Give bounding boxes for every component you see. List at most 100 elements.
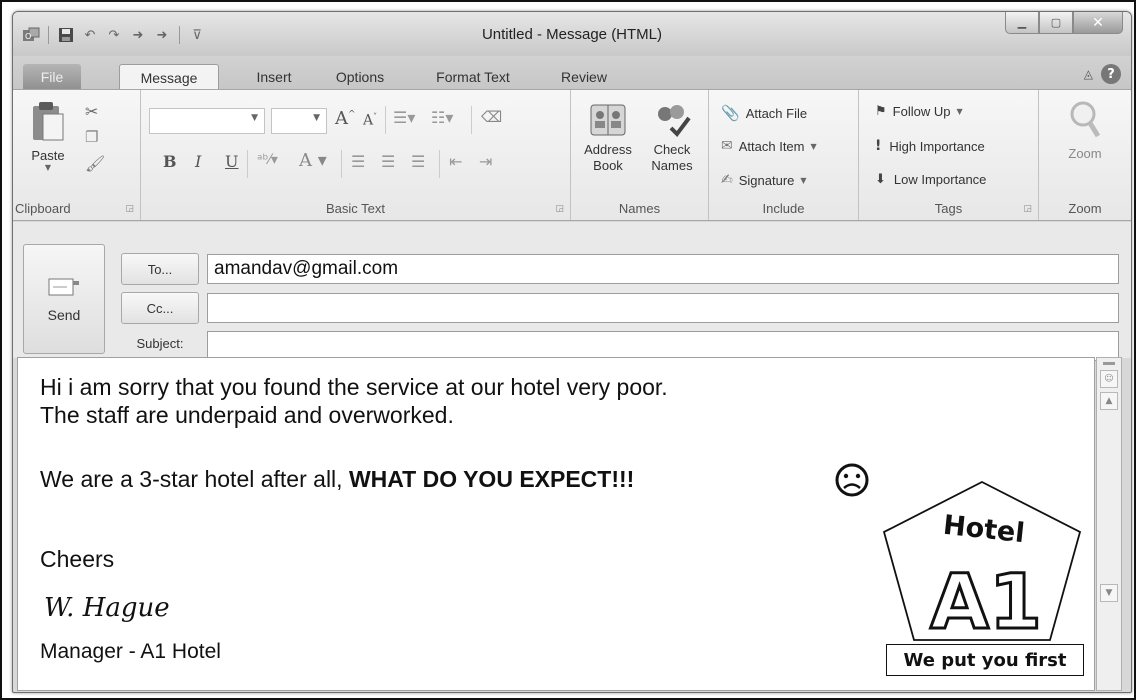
- logo-pentagon: Hotel A1: [882, 480, 1082, 646]
- body-scrollbar[interactable]: ☺ ▲ ▼: [1096, 357, 1122, 691]
- logo-mark: A1: [930, 557, 1042, 646]
- clipboard-icon: [33, 102, 64, 141]
- body-closing: Cheers: [40, 546, 115, 572]
- to-field[interactable]: amandav@gmail.com: [207, 254, 1119, 284]
- signature-button[interactable]: ✍ Signature ▼: [721, 172, 807, 188]
- message-body[interactable]: Hi i am sorry that you found the service…: [17, 357, 1095, 691]
- bold-button[interactable]: B: [163, 152, 177, 171]
- decrease-indent-icon[interactable]: ⇤: [449, 152, 462, 171]
- sad-face-icon: [834, 462, 870, 502]
- bullets-icon[interactable]: ☰▾: [393, 108, 415, 127]
- cut-icon[interactable]: ✂: [85, 102, 98, 121]
- send-button[interactable]: Send: [23, 244, 105, 354]
- follow-up-button[interactable]: ⚑ Follow Up ▼: [875, 104, 963, 119]
- underline-button[interactable]: U: [225, 152, 238, 171]
- people-pane-icon[interactable]: ☺: [1100, 370, 1118, 388]
- cc-button[interactable]: Cc...: [121, 292, 199, 324]
- attach-item-button[interactable]: ✉ Attach Item ▼: [721, 138, 817, 154]
- signature-label: Signature: [738, 172, 795, 188]
- address-label: Address: [584, 142, 632, 157]
- chevron-down-icon: ▼: [810, 141, 817, 151]
- tags-group: ⚑ Follow Up ▼ ! High Importance ⬇ Low Im…: [859, 90, 1039, 220]
- align-left-icon[interactable]: ☰: [351, 152, 365, 171]
- paste-button[interactable]: Paste ▼: [23, 100, 73, 186]
- tab-format-text[interactable]: Format Text: [419, 64, 527, 90]
- italic-button[interactable]: I: [195, 152, 201, 171]
- attach-file-label: Attach File: [745, 105, 808, 121]
- separator: [439, 150, 440, 178]
- ribbon: Paste ▼ ✂ ❐ 🖌 Clipboard ◲ ▼ ▼ A^ A˅ ☰▾ ☷…: [13, 89, 1131, 221]
- body-line-3-text: We are a 3-star hotel after all,: [40, 466, 349, 492]
- minimize-icon: ▁: [1017, 16, 1027, 29]
- separator: [385, 106, 386, 134]
- scroll-up-button[interactable]: ▲: [1100, 392, 1118, 410]
- to-button[interactable]: To...: [121, 253, 199, 285]
- close-button[interactable]: ✕: [1073, 12, 1123, 34]
- tab-options[interactable]: Options: [325, 64, 395, 90]
- clipboard-group-label: Clipboard: [15, 201, 71, 216]
- basic-text-group-label: Basic Text: [325, 201, 385, 216]
- include-group-label: Include: [762, 201, 805, 216]
- minimize-ribbon-icon[interactable]: ◬: [1084, 67, 1093, 81]
- address-book-button[interactable]: Address Book: [577, 102, 639, 174]
- paperclip-icon: 📎: [721, 104, 740, 122]
- clipboard-group: Paste ▼ ✂ ❐ 🖌 Clipboard ◲: [13, 90, 141, 220]
- high-importance-button[interactable]: ! High Importance: [875, 138, 985, 154]
- tab-insert[interactable]: Insert: [241, 64, 307, 90]
- separator: [341, 150, 342, 178]
- signature-icon: ✍: [721, 172, 733, 188]
- font-color-icon[interactable]: A ▾: [299, 150, 327, 171]
- names-group: Address Book Check Names Names: [571, 90, 709, 220]
- attach-file-button[interactable]: 📎 Attach File: [721, 104, 807, 122]
- signature-text: W. Hague: [44, 593, 170, 623]
- include-group: 📎 Attach File ✉ Attach Item ▼ ✍ Signatur…: [709, 90, 859, 220]
- separator: [247, 150, 248, 178]
- minimize-button[interactable]: ▁: [1005, 12, 1039, 34]
- book-label: Book: [593, 158, 623, 173]
- zoom-button[interactable]: Zoom: [1053, 100, 1117, 161]
- cc-field[interactable]: [207, 293, 1119, 323]
- format-painter-icon[interactable]: 🖌: [85, 154, 105, 173]
- down-arrow-icon: ⬇: [875, 172, 886, 187]
- send-icon: [48, 278, 79, 296]
- low-importance-button[interactable]: ⬇ Low Importance: [875, 172, 986, 187]
- chevron-down-icon: ▼: [313, 113, 320, 123]
- help-icon[interactable]: ?: [1101, 64, 1121, 84]
- shrink-font-icon[interactable]: A˅: [363, 112, 377, 129]
- compose-header: Send To... Cc... Subject: amandav@gmail.…: [13, 222, 1131, 361]
- dialog-launcher-icon[interactable]: ◲: [125, 204, 134, 214]
- check-names-button[interactable]: Check Names: [641, 102, 703, 174]
- title-bar: O ↶ ↷ ➜ ➜ ⊽ Untitled - Message (HTML) ▁ …: [13, 12, 1131, 56]
- copy-icon[interactable]: ❐: [85, 128, 98, 146]
- address-book-icon: [590, 104, 626, 136]
- maximize-button[interactable]: ▢: [1039, 12, 1073, 34]
- numbering-icon[interactable]: ☷▾: [431, 108, 453, 127]
- basic-text-group: ▼ ▼ A^ A˅ ☰▾ ☷▾ ⌫ B I U ᵃᵇ⁄▾ A ▾ ☰ ☰ ☰ ⇤…: [141, 90, 571, 220]
- increase-indent-icon[interactable]: ⇥: [479, 152, 492, 171]
- zoom-group: Zoom Zoom: [1039, 90, 1131, 220]
- tags-group-label: Tags: [934, 201, 963, 216]
- font-size-select[interactable]: ▼: [271, 108, 327, 134]
- ribbon-tabs: File Message Insert Options Format Text …: [13, 56, 1131, 90]
- tab-file[interactable]: File: [23, 64, 81, 90]
- tab-message[interactable]: Message: [119, 64, 219, 90]
- zoom-label: Zoom: [1068, 146, 1102, 161]
- chevron-down-icon: ▼: [800, 175, 807, 185]
- window-controls: ▁ ▢ ✕: [1005, 12, 1123, 34]
- attach-item-icon: ✉: [721, 138, 733, 154]
- exclamation-icon: !: [875, 138, 882, 154]
- font-family-select[interactable]: ▼: [149, 108, 265, 134]
- grow-font-icon[interactable]: A^: [335, 108, 356, 129]
- align-right-icon[interactable]: ☰: [411, 152, 425, 171]
- dialog-launcher-icon[interactable]: ◲: [555, 204, 564, 214]
- check-label: Check: [653, 142, 691, 157]
- dialog-launcher-icon[interactable]: ◲: [1023, 204, 1032, 214]
- maximize-icon: ▢: [1050, 16, 1062, 29]
- scroll-down-button[interactable]: ▼: [1100, 584, 1118, 602]
- logo-tagline: We put you first: [886, 644, 1084, 676]
- clear-formatting-icon[interactable]: ⌫: [481, 108, 502, 126]
- align-center-icon[interactable]: ☰: [381, 152, 395, 171]
- highlight-icon[interactable]: ᵃᵇ⁄▾: [257, 152, 278, 168]
- tab-review[interactable]: Review: [551, 64, 617, 90]
- close-icon: ✕: [1092, 14, 1104, 31]
